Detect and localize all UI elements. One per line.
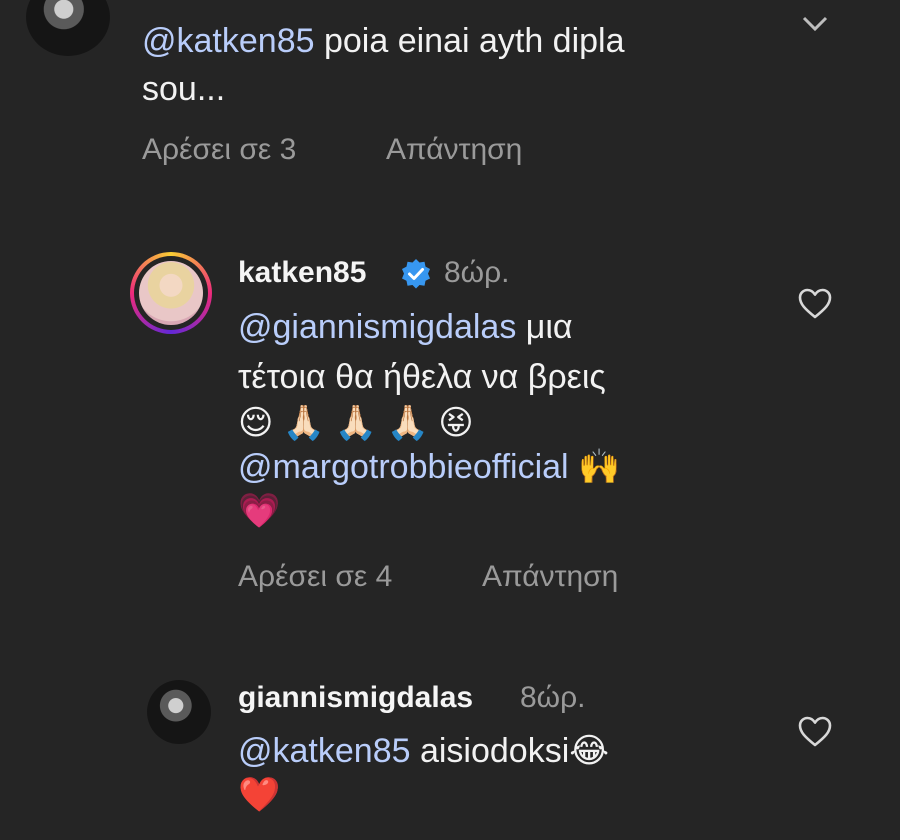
comment-text-line: τέτοια θα ήθελα να βρεις	[238, 358, 606, 396]
emoji-line: ❤️	[238, 776, 281, 814]
emoji-line: 💗	[238, 492, 281, 530]
comment-text-line: @katken85 aisiodoksi😂	[238, 732, 609, 770]
comment-text-line: @giannismigdalas μια	[238, 308, 573, 346]
comment-username[interactable]: giannismigdalas	[238, 681, 473, 715]
comment-text-line: @margotrobbieofficial 🙌	[238, 448, 621, 486]
reply-button[interactable]: Απάντηση	[386, 133, 522, 167]
heart-icon[interactable]	[797, 286, 833, 322]
avatar	[139, 261, 203, 325]
comment-text-line: sou...	[142, 70, 226, 108]
commenter-avatar[interactable]	[26, 0, 110, 56]
verified-badge-icon	[402, 259, 430, 289]
comment-timestamp: 8ώρ.	[520, 681, 586, 714]
chevron-down-icon[interactable]	[800, 14, 830, 34]
emoji-line: 😌 🙏🏻 🙏🏻 🙏🏻 😝	[238, 404, 474, 442]
mention-link[interactable]: @margotrobbieofficial	[238, 448, 569, 486]
commenter-avatar[interactable]	[147, 680, 211, 744]
comment-username[interactable]: katken85	[238, 256, 366, 290]
likes-count[interactable]: Αρέσει σε 4	[238, 560, 392, 594]
story-ring-avatar[interactable]	[130, 252, 212, 334]
comment-text-line: @katken85 poia einai ayth dipla	[142, 22, 625, 60]
mention-link[interactable]: @katken85	[142, 22, 315, 60]
likes-count[interactable]: Αρέσει σε 3	[142, 133, 296, 167]
comment-timestamp: 8ώρ.	[444, 256, 510, 289]
reply-button[interactable]: Απάντηση	[482, 560, 618, 594]
mention-link[interactable]: @giannismigdalas	[238, 308, 516, 346]
mention-link[interactable]: @katken85	[238, 732, 411, 770]
heart-icon[interactable]	[797, 714, 833, 750]
